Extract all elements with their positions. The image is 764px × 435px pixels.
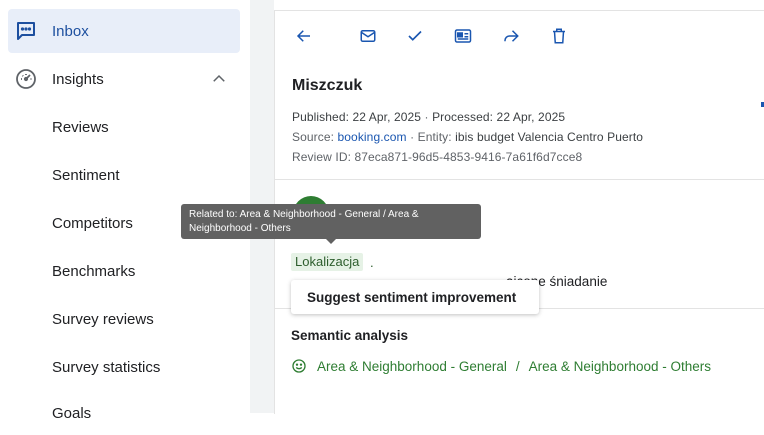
category-tooltip: Related to: Area & Neighborhood - Genera…	[181, 204, 481, 239]
sidebar-item-label: Competitors	[52, 214, 133, 232]
semantic-separator: /	[515, 358, 520, 374]
entity-value: ibis budget Valencia Centro Puerto	[455, 130, 644, 144]
semantic-analysis-row: Area & Neighborhood - General / Area & N…	[291, 358, 711, 374]
sidebar-item-label: Insights	[52, 70, 104, 88]
smile-icon	[292, 359, 306, 373]
sidebar-item-insights[interactable]: Insights	[0, 57, 250, 101]
keyword-punctuation: .	[370, 255, 374, 270]
trash-icon	[553, 28, 565, 44]
source-link[interactable]: booking.com	[338, 130, 407, 144]
mail-icon	[360, 30, 376, 42]
share-icon	[504, 30, 519, 42]
share-button[interactable]	[499, 24, 523, 48]
gauge-icon	[16, 69, 36, 89]
highlighted-keyword[interactable]: Lokalizacja	[291, 253, 364, 271]
sidebar-item-label: Goals	[52, 404, 92, 422]
review-author: Miszczuk	[292, 77, 363, 94]
source-label: Source:	[292, 130, 335, 144]
review-id-label: Review ID:	[292, 150, 352, 164]
sidebar-item-reviews[interactable]: Reviews	[0, 105, 250, 149]
sidebar-item-sentiment[interactable]: Sentiment	[0, 153, 250, 197]
arrow-left-icon	[296, 30, 310, 42]
sidebar-item-label: Survey statistics	[52, 358, 161, 376]
sidebar-item-label: Benchmarks	[52, 262, 136, 280]
review-id-line: Review ID: 87eca871-96d5-4853-9416-7a61f…	[292, 150, 582, 164]
sidebar-item-label: Reviews	[52, 118, 109, 136]
divider	[275, 179, 764, 180]
semantic-category[interactable]: Area & Neighborhood - General	[317, 359, 507, 374]
sidebar-item-label: Sentiment	[52, 166, 120, 184]
resolve-button[interactable]	[403, 24, 427, 48]
sidebar-item-goals[interactable]: Goals	[0, 391, 250, 435]
suggest-sentiment-menu-item[interactable]: Suggest sentiment improvement	[291, 280, 539, 314]
processed-label: Processed:	[432, 110, 494, 124]
mark-unread-button[interactable]	[356, 24, 380, 48]
processed-date: 22 Apr, 2025	[496, 110, 566, 124]
sidebar-item-inbox[interactable]: Inbox	[8, 9, 240, 53]
entity-label: Entity:	[417, 130, 452, 144]
delete-button[interactable]	[547, 24, 571, 48]
semantic-subcategory[interactable]: Area & Neighborhood - Others	[529, 359, 711, 374]
semantic-analysis-title: Semantic analysis	[291, 328, 409, 343]
tooltip-arrow	[326, 239, 336, 244]
published-date: 22 Apr, 2025	[352, 110, 422, 124]
review-id: 87eca871-96d5-4853-9416-7a61f6d7cce8	[354, 150, 583, 164]
id-card-icon	[454, 29, 472, 43]
back-button[interactable]	[292, 24, 316, 48]
check-icon	[408, 30, 422, 41]
chevron-up-icon[interactable]	[210, 70, 228, 88]
sidebar-item-label: Inbox	[52, 22, 89, 40]
review-dates: Published: 22 Apr, 2025 · Processed: 22 …	[292, 110, 566, 124]
assign-button[interactable]	[451, 24, 475, 48]
review-source-line: Source: booking.com · Entity: ibis budge…	[292, 130, 644, 144]
sidebar-item-benchmarks[interactable]: Benchmarks	[0, 249, 250, 293]
message-square-icon	[17, 22, 35, 40]
sidebar-item-label: Survey reviews	[52, 310, 154, 328]
sidebar-item-survey-statistics[interactable]: Survey statistics	[0, 345, 250, 389]
sidebar-item-survey-reviews[interactable]: Survey reviews	[0, 297, 250, 341]
published-label: Published:	[292, 110, 350, 124]
